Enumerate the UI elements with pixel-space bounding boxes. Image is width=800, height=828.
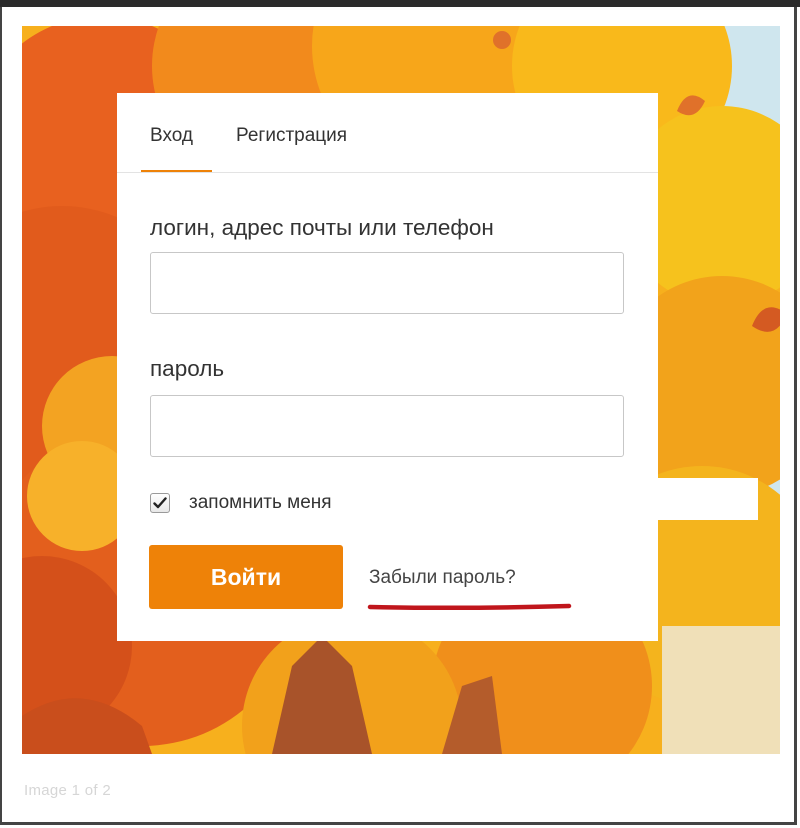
top-window-edge bbox=[0, 0, 800, 7]
checkmark-icon bbox=[153, 497, 167, 509]
tab-login[interactable]: Вход bbox=[150, 125, 193, 147]
remember-me-option[interactable]: запомнить меня bbox=[150, 491, 332, 515]
login-field-label: логин, адрес почты или телефон bbox=[150, 215, 494, 240]
remember-me-checkbox[interactable] bbox=[150, 493, 170, 513]
password-input[interactable] bbox=[150, 395, 624, 457]
remember-me-label: запомнить меня bbox=[189, 492, 332, 513]
image-caption: Image 1 of 2 bbox=[24, 782, 111, 799]
tabs-divider bbox=[117, 172, 658, 173]
password-field-label: пароль bbox=[150, 356, 225, 381]
tab-registration[interactable]: Регистрация bbox=[236, 125, 347, 147]
login-card: Вход Регистрация логин, адрес почты или … bbox=[117, 93, 658, 641]
login-input[interactable] bbox=[150, 252, 624, 314]
forgot-password-link[interactable]: Забыли пароль? bbox=[369, 567, 516, 589]
blank-overlay-box bbox=[603, 478, 758, 520]
red-annotation-underline bbox=[367, 603, 572, 611]
login-button[interactable]: Войти bbox=[149, 545, 343, 609]
